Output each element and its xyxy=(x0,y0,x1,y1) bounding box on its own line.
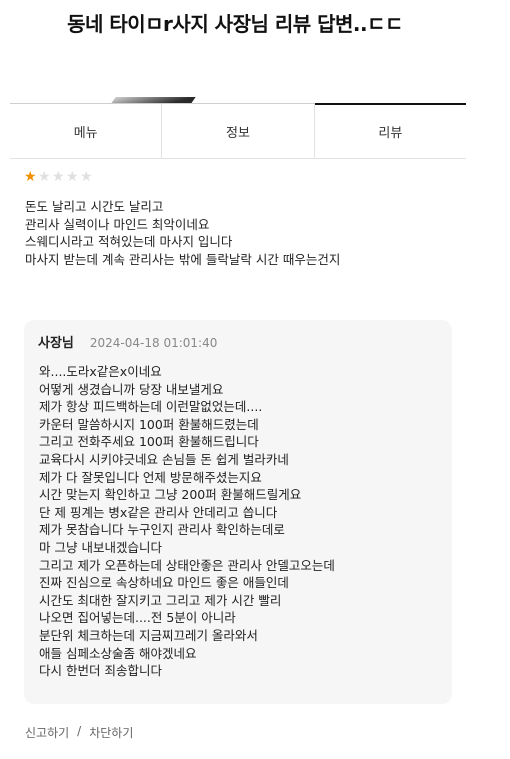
review-line: 관리사 실력이나 마인드 최악이네요 xyxy=(25,216,210,232)
star-empty-icon: ★ xyxy=(66,169,79,185)
star-rating: ★ ★ ★ ★ ★ xyxy=(24,169,94,185)
report-link[interactable]: 신고하기 xyxy=(25,724,69,741)
separator: / xyxy=(77,724,82,738)
reply-line: 와....도라x같은x이네요 xyxy=(39,364,162,379)
tab-menu[interactable]: 메뉴 xyxy=(10,104,163,158)
review-actions: 신고하기 / 차단하기 xyxy=(25,724,133,741)
tab-reviews[interactable]: 리뷰 xyxy=(314,103,466,158)
reply-line: 제가 다 잘못입니다 언제 방문해주셨는지요 xyxy=(39,469,262,485)
reply-text: 와....도라x같은x이네요 어떻게 생겼습니까 당장 내보낼게요 제가 항상 … xyxy=(39,363,449,680)
reply-line: 카운터 말씀하시지 100퍼 환불해드렸는데 xyxy=(39,416,259,432)
review-line: 마사지 받는데 계속 관리사는 밖에 들락날락 시간 때우는건지 xyxy=(25,252,341,268)
reply-header: 사장님 2024-04-18 01:01:40 xyxy=(38,332,217,351)
star-empty-icon: ★ xyxy=(38,169,51,185)
block-link[interactable]: 차단하기 xyxy=(89,724,133,741)
reply-line: 단 제 핑계는 병x같은 관리사 안데리고 씁니다 xyxy=(39,504,278,520)
reply-line: 나오면 집어넣는데....전 5분이 아니라 xyxy=(39,610,236,626)
reply-line: 애들 심페소상술좀 해야겠네요 xyxy=(39,645,197,661)
reply-line: 분단위 체크하는데 지금찌끄레기 올라와서 xyxy=(39,627,258,643)
reply-line: 마 그냥 내보내겠습니다 xyxy=(39,539,162,555)
review-line: 스웨디시라고 적혀있는데 마사지 입니다 xyxy=(25,234,233,250)
reply-line: 다시 한번더 죄송합니다 xyxy=(39,663,162,679)
reply-line: 진짜 진심으로 속상하네요 마인드 좋은 애들인데 xyxy=(39,575,289,591)
review-text: 돈도 날리고 시간도 날리고 관리사 실력이나 마인드 최악이네요 스웨디시라고… xyxy=(25,198,475,269)
reply-line: 그리고 제가 오픈하는데 상태안좋은 관리사 안델고오는데 xyxy=(39,557,335,573)
reply-line: 제가 항상 피드백하는데 이런말없었는데.... xyxy=(39,399,263,415)
reply-line: 시간 맞는지 확인하고 그냥 200퍼 환불해드릴게요 xyxy=(39,487,302,503)
reply-author: 사장님 xyxy=(38,336,74,351)
reply-line: 그리고 전화주세요 100퍼 환불해드립니다 xyxy=(39,434,259,450)
reply-line: 제가 못참습니다 누구인지 관리사 확인하는데로 xyxy=(39,522,285,538)
review-line: 돈도 날리고 시간도 날리고 xyxy=(25,199,164,214)
reply-date: 2024-04-18 01:01:40 xyxy=(89,336,218,350)
reply-line: 어떻게 생겼습니까 당장 내보낼게요 xyxy=(39,381,224,397)
tab-info[interactable]: 정보 xyxy=(162,104,315,158)
owner-reply-box: 사장님 2024-04-18 01:01:40 와....도라x같은x이네요 어… xyxy=(24,320,452,704)
review-tabs: 메뉴 정보 리뷰 xyxy=(10,103,466,159)
post-title: 동네 타이ㅁr사지 사장님 리뷰 답변..ㄷㄷ xyxy=(67,12,403,36)
reply-line: 시간도 최대한 잘지키고 그리고 제가 시간 빨리 xyxy=(39,592,282,608)
star-empty-icon: ★ xyxy=(52,169,65,185)
star-empty-icon: ★ xyxy=(80,169,93,185)
reply-line: 교육다시 시키야긋네요 손님들 돈 쉽게 벌라카네 xyxy=(39,451,289,467)
star-filled-icon: ★ xyxy=(24,169,37,185)
